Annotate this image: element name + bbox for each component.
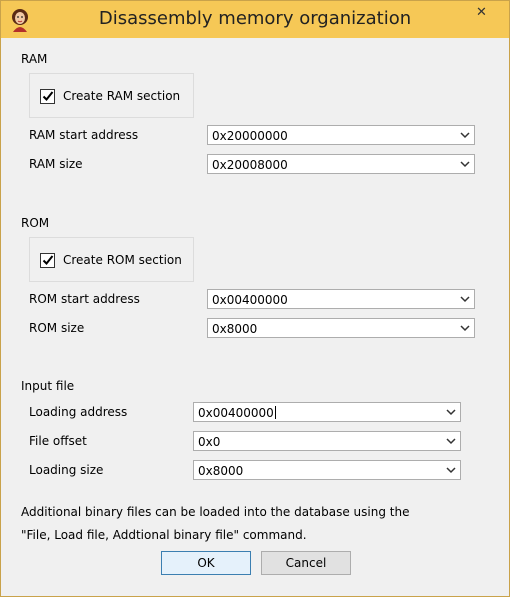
chevron-down-icon [446,467,456,474]
rom-start-address-label: ROM start address [29,292,140,306]
file-offset-combo[interactable]: 0x0 [193,431,461,451]
rom-size-value: 0x8000 [212,322,258,336]
loading-address-value-wrap: 0x00400000 [198,406,276,420]
create-ram-label[interactable]: Create RAM section [63,89,180,103]
close-icon: ✕ [476,5,487,20]
checkmark-icon [42,255,54,265]
loading-size-combo[interactable]: 0x8000 [193,460,461,480]
rom-group-label: ROM [21,216,50,230]
create-ram-checkbox[interactable] [40,89,55,104]
chevron-down-icon [446,438,456,445]
close-button[interactable]: ✕ [462,2,501,23]
rom-size-label: ROM size [29,321,85,335]
input-file-group-label: Input file [21,379,75,393]
loading-address-combo[interactable]: 0x00400000 [193,402,461,422]
loading-size-label: Loading size [29,463,104,477]
rom-start-address-value: 0x00400000 [212,293,288,307]
ram-start-address-label: RAM start address [29,128,139,142]
rom-start-address-combo[interactable]: 0x00400000 [207,289,475,309]
create-rom-checkbox[interactable] [40,253,55,268]
ram-create-section-box: Create RAM section [29,73,194,118]
file-offset-value: 0x0 [198,435,221,449]
chevron-down-icon [446,409,456,416]
text-caret [274,406,276,419]
chevron-down-icon [460,161,470,168]
ram-start-address-value: 0x20000000 [212,129,288,143]
ram-size-label: RAM size [29,157,83,171]
cancel-button[interactable]: Cancel [261,551,351,575]
ram-group-label: RAM [21,52,48,66]
note-line-2: "File, Load file, Addtional binary file"… [21,528,307,542]
create-rom-label[interactable]: Create ROM section [63,253,182,267]
title-bar[interactable]: Disassembly memory organization ✕ [1,1,509,38]
loading-address-label: Loading address [29,405,128,419]
loading-size-value: 0x8000 [198,464,244,478]
dialog-client-area: RAM Create RAM section RAM start address… [9,38,501,588]
ram-size-value: 0x20008000 [212,158,288,172]
window-title: Disassembly memory organization [98,8,412,29]
checkmark-icon [42,91,54,101]
ok-button[interactable]: OK [161,551,251,575]
rom-size-combo[interactable]: 0x8000 [207,318,475,338]
loading-address-value: 0x00400000 [198,406,274,420]
note-line-1: Additional binary files can be loaded in… [21,505,410,519]
app-portrait-icon [9,8,31,32]
chevron-down-icon [460,325,470,332]
file-offset-label: File offset [29,434,87,448]
rom-create-section-box: Create ROM section [29,237,194,282]
ram-start-address-combo[interactable]: 0x20000000 [207,125,475,145]
dialog-window: Disassembly memory organization ✕ RAM Cr… [0,0,510,597]
chevron-down-icon [460,296,470,303]
chevron-down-icon [460,132,470,139]
ram-size-combo[interactable]: 0x20008000 [207,154,475,174]
